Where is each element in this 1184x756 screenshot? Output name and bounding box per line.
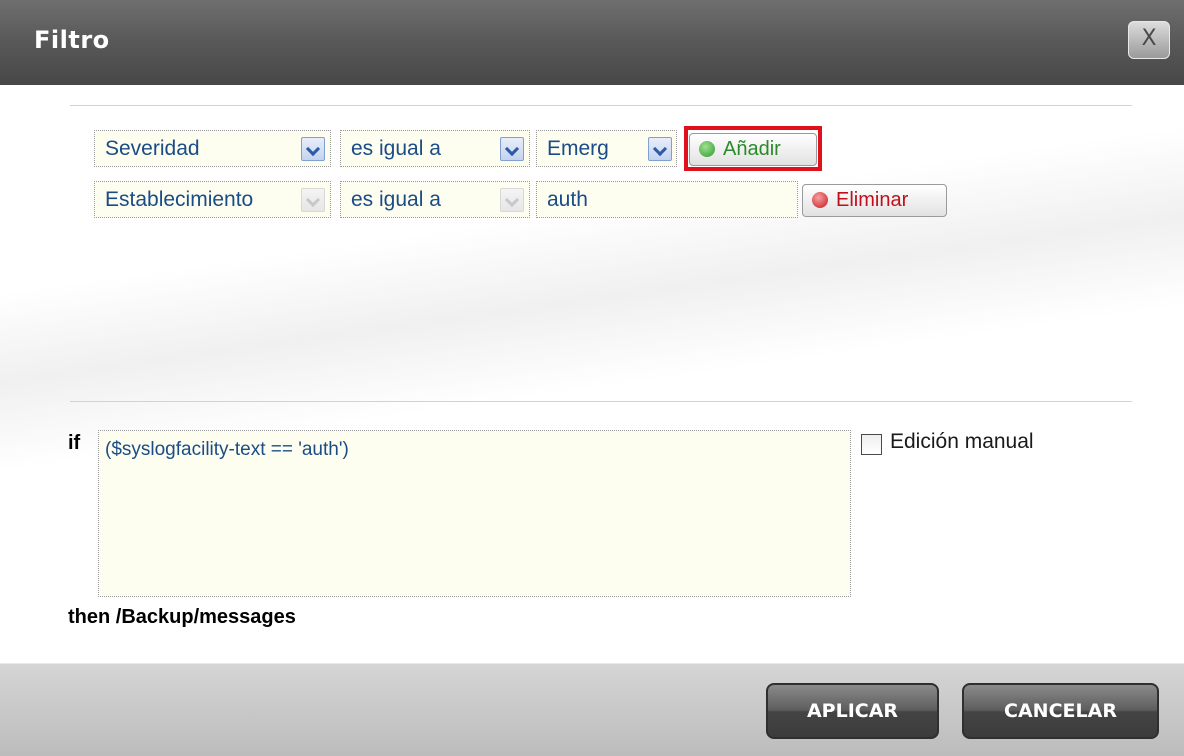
chevron-down-icon	[301, 137, 325, 161]
manual-edit-checkbox[interactable]	[861, 434, 882, 455]
condition-expression-textarea[interactable]: ($syslogfacility-text == 'auth')	[98, 430, 851, 597]
then-label: then /Backup/messages	[68, 606, 296, 628]
rule-2-value-input[interactable]: auth	[536, 181, 798, 218]
rule-2-value: auth	[547, 188, 588, 211]
apply-button[interactable]: APLICAR	[766, 683, 939, 739]
middle-divider	[70, 401, 1132, 402]
manual-edit-label: Edición manual	[890, 430, 1034, 453]
rule-1-operator-select[interactable]: es igual a	[340, 130, 530, 167]
rule-2-operator-value: es igual a	[351, 188, 441, 211]
close-button[interactable]: X	[1128, 21, 1170, 59]
close-icon: X	[1141, 26, 1157, 51]
dialog-title: Filtro	[34, 26, 110, 54]
minus-circle-icon	[812, 192, 828, 208]
rule-2-field-select[interactable]: Establecimiento	[94, 181, 331, 218]
chevron-down-icon	[301, 188, 325, 212]
add-button-highlight	[684, 126, 822, 171]
rule-2-operator-select[interactable]: es igual a	[340, 181, 530, 218]
top-divider	[70, 105, 1132, 106]
delete-rule-button[interactable]: Eliminar	[802, 184, 947, 217]
rule-1-value: Emerg	[547, 137, 609, 160]
if-label: if	[68, 432, 81, 454]
chevron-down-icon	[500, 137, 524, 161]
rule-2-field-value: Establecimiento	[105, 188, 254, 211]
filter-dialog: Filtro X Severidad es igual a Emerg Añad…	[0, 0, 1184, 756]
dialog-titlebar: Filtro X	[0, 0, 1184, 85]
rule-1-value-select[interactable]: Emerg	[536, 130, 677, 167]
chevron-down-icon	[500, 188, 524, 212]
rule-1-field-select[interactable]: Severidad	[94, 130, 331, 167]
rule-1-field-value: Severidad	[105, 137, 200, 160]
rule-1-operator-value: es igual a	[351, 137, 441, 160]
delete-rule-label: Eliminar	[836, 189, 909, 211]
cancel-button[interactable]: CANCELAR	[962, 683, 1159, 739]
chevron-down-icon	[648, 137, 672, 161]
